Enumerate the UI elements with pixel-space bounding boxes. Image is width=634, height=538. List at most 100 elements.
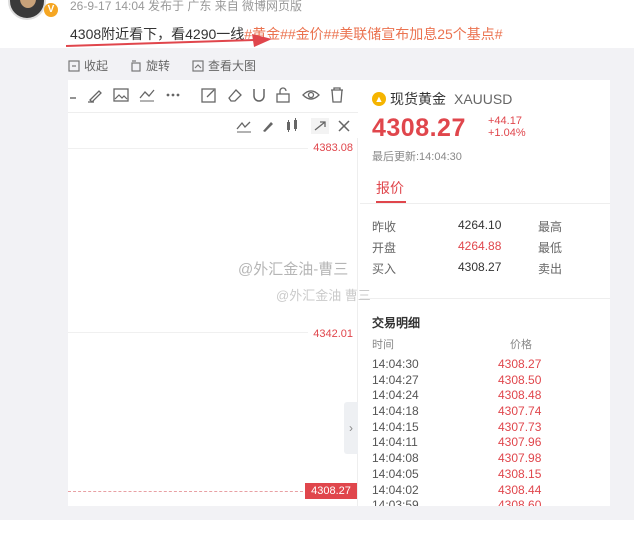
trade-row: 14:04:15 4307.73	[372, 420, 602, 436]
collapse-label: 收起	[84, 59, 109, 73]
more-icon[interactable]	[164, 86, 182, 104]
line-style-icon[interactable]	[234, 117, 254, 135]
expand-icon[interactable]	[310, 117, 330, 135]
verified-badge-icon: V	[44, 3, 58, 17]
image-icon[interactable]	[112, 86, 130, 104]
close-icon[interactable]	[334, 117, 354, 135]
current-price-line	[68, 491, 308, 492]
quote-row: 昨收 4264.10 最高	[372, 218, 602, 239]
quote-label-secondary: 最低	[538, 241, 563, 255]
post-header: V 26-9-17 14:04 发布于 广东 来自 微博网页版	[0, 0, 634, 20]
price-column-header: 价格	[510, 339, 532, 351]
quote-value: 4264.10	[458, 218, 502, 232]
quote-value: 4264.88	[458, 239, 502, 253]
last-update: 最后更新:14:04:30	[372, 151, 462, 163]
lock-icon[interactable]	[274, 86, 292, 104]
edit-icon[interactable]	[200, 86, 218, 104]
page-bottom	[0, 520, 634, 538]
zoom-image-icon	[192, 59, 204, 72]
collapse-action[interactable]: 收起	[68, 57, 108, 74]
trade-price: 4307.96	[498, 435, 542, 450]
eraser-icon[interactable]	[226, 86, 244, 104]
trade-row: 14:04:24 4308.48	[372, 388, 602, 404]
quote-label: 昨收	[372, 220, 397, 234]
rotate-label: 旋转	[146, 59, 171, 73]
grid-line	[68, 332, 308, 333]
quote-row: 开盘 4264.88 最低	[372, 239, 602, 260]
trash-icon[interactable]	[328, 86, 346, 104]
trade-time: 14:04:27	[372, 372, 419, 387]
trade-row: 14:04:30 4308.27	[372, 357, 602, 373]
trade-time: 14:04:08	[372, 451, 419, 466]
view-large-action[interactable]: 查看大图	[192, 57, 256, 74]
candlestick-icon[interactable]	[282, 117, 302, 135]
grid-line	[68, 148, 308, 149]
trade-detail-title: 交易明细	[372, 316, 421, 330]
quote-label: 买入	[372, 262, 397, 276]
trend-line-icon[interactable]	[138, 86, 156, 104]
price-axis-label-top: 4383.08	[313, 142, 353, 154]
quote-table: 昨收 4264.10 最高 开盘 4264.88 最低 买入 4308.27 卖…	[372, 218, 602, 281]
panel-toggle-handle[interactable]: ›	[344, 402, 358, 454]
trade-price: 4308.15	[498, 466, 542, 481]
brush-icon[interactable]	[258, 117, 278, 135]
tab-quote[interactable]: 报价	[376, 178, 404, 198]
trade-price: 4307.73	[498, 419, 542, 434]
section-divider	[360, 298, 610, 299]
post-hashtags[interactable]: #黄金##金价##美联储宣布加息25个基点#	[244, 26, 502, 42]
watermark-main: @外汇金油-曹三	[238, 261, 349, 278]
trade-price: 4307.74	[498, 404, 542, 419]
trade-time: 14:04:24	[372, 388, 419, 403]
panel-tabs: 报价	[360, 174, 610, 204]
current-price-tag: 4308.27	[305, 483, 357, 499]
chevron-right-icon: ›	[349, 421, 353, 435]
trade-price: 4308.44	[498, 482, 542, 497]
price-change: +44.17 +1.04%	[488, 115, 526, 139]
avatar[interactable]	[8, 0, 46, 20]
gold-coin-icon: ▲	[372, 92, 386, 106]
text-tool-icon[interactable]	[68, 86, 86, 104]
price-axis-label-mid: 4342.01	[313, 328, 353, 340]
post-meta: 26-9-17 14:04 发布于 广东 来自 微博网页版	[70, 0, 303, 13]
quote-label-secondary: 卖出	[538, 262, 563, 276]
trade-time: 14:04:30	[372, 357, 419, 371]
collapse-icon	[68, 59, 80, 72]
watermark-secondary: @外汇金油 曹三	[276, 288, 371, 303]
pen-icon[interactable]	[86, 86, 104, 104]
trade-time: 14:03:59	[372, 498, 419, 506]
last-price: 4308.27	[372, 114, 466, 142]
trade-row: 14:04:11 4307.96	[372, 435, 602, 451]
trade-list: 14:04:30 4308.27 14:04:27 4308.50 14:04:24 43…	[372, 357, 602, 506]
trade-time: 14:04:15	[372, 419, 419, 434]
trade-row: 14:03:59 4308.60	[372, 498, 602, 506]
quote-panel: ▲ 现货黄金 XAUUSD 4308.27 +44.17 +1.04% 最后更新…	[360, 80, 610, 506]
quote-label-secondary: 最高	[538, 220, 563, 234]
magnet-icon[interactable]	[250, 86, 268, 104]
trade-row: 14:04:02 4308.44	[372, 483, 602, 499]
trade-price: 4308.50	[498, 372, 542, 387]
trade-price: 4308.27	[498, 357, 542, 371]
change-amount: +44.17	[488, 115, 522, 127]
quote-value: 4308.27	[458, 260, 502, 274]
eye-icon[interactable]	[302, 86, 320, 104]
time-column-header: 时间	[372, 339, 394, 351]
quote-row: 买入 4308.27 卖出	[372, 260, 602, 281]
price-chart-area[interactable]: 4383.08 4342.01 4308.27 ›	[68, 138, 358, 506]
trade-time: 14:04:11	[372, 435, 418, 450]
trade-row: 14:04:05 4308.15	[372, 467, 602, 483]
trade-row: 14:04:18 4307.74	[372, 404, 602, 420]
symbol-name: 现货黄金	[390, 91, 446, 107]
quote-label: 开盘	[372, 241, 397, 255]
view-large-label: 查看大图	[208, 59, 257, 73]
change-percent: +1.04%	[488, 127, 526, 139]
active-tab-indicator	[376, 201, 406, 203]
symbol-header: ▲ 现货黄金 XAUUSD	[372, 89, 512, 109]
symbol-code: XAUUSD	[454, 91, 513, 107]
chart-drawing-toolbar	[68, 80, 358, 110]
trade-row: 14:04:27 4308.50	[372, 373, 602, 389]
trade-time: 14:04:02	[372, 482, 419, 497]
trade-time: 14:04:18	[372, 404, 419, 419]
trade-price: 4308.60	[498, 498, 542, 506]
rotate-action[interactable]: 旋转	[130, 57, 170, 74]
image-action-bar: 收起 旋转 查看大图	[68, 57, 256, 74]
